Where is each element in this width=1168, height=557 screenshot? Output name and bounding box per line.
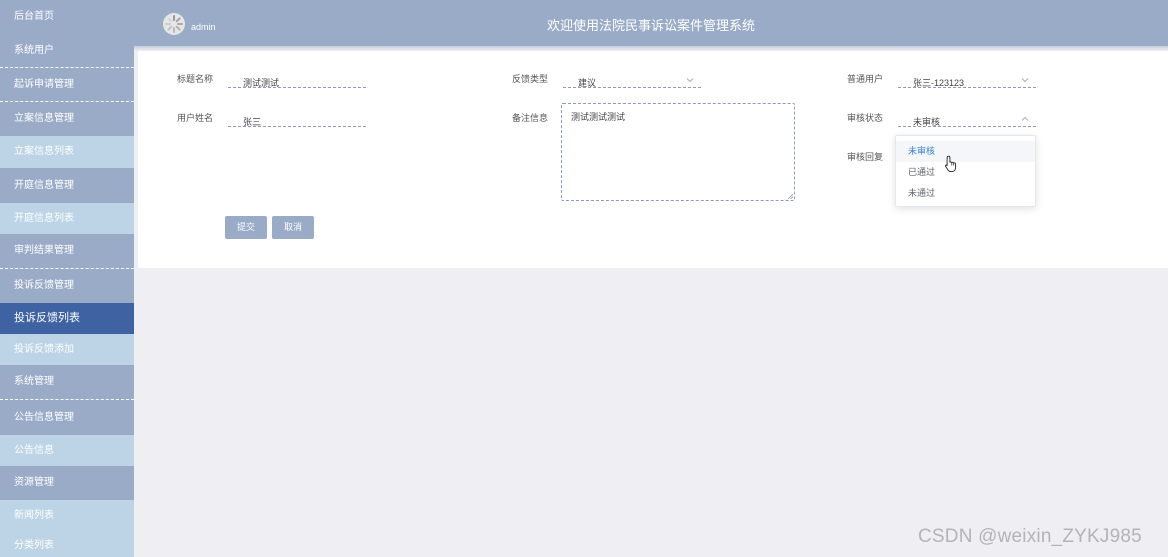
sidebar-item-label: 开庭信息列表 xyxy=(14,212,74,224)
sidebar-item-label: 立案信息管理 xyxy=(14,113,74,124)
sidebar-item-hearing-list[interactable]: 开庭信息列表 xyxy=(0,203,134,234)
sidebar-item-judgment-management[interactable]: 审判结果管理 xyxy=(0,234,134,269)
resize-grip-icon[interactable] xyxy=(787,193,793,199)
username-input-value: 张三 xyxy=(243,117,262,127)
sidebar-item-label: 立案信息列表 xyxy=(14,146,74,157)
remark-label: 备注信息 xyxy=(512,113,549,123)
title-input-value: 测试测试 xyxy=(243,78,280,88)
hand-pointer-icon xyxy=(944,155,956,173)
review-status-dropdown: 未审核 已通过 未通过 xyxy=(895,135,1036,207)
page-title: 欢迎使用法院民事诉讼案件管理系统 xyxy=(546,18,755,33)
sidebar-item-label: 投诉反馈管理 xyxy=(14,280,74,291)
sidebar-item-lawsuit-application[interactable]: 起诉申请管理 xyxy=(0,68,134,102)
chevron-down-icon xyxy=(686,78,694,83)
sidebar-item-label: 投诉反馈添加 xyxy=(14,343,74,355)
submit-button[interactable]: 提交 xyxy=(225,216,267,239)
sidebar-item-label: 开庭信息管理 xyxy=(14,179,74,191)
sidebar-item-label: 资源管理 xyxy=(14,477,54,488)
sidebar-item-notice-info[interactable]: 公告信息 xyxy=(0,435,134,466)
sidebar-item-case-filing-management[interactable]: 立案信息管理 xyxy=(0,102,134,136)
dropdown-option-rejected[interactable]: 未通过 xyxy=(896,183,1035,204)
sidebar-item-complaint-list[interactable]: 投诉反馈列表 xyxy=(0,303,134,334)
user-select-value: 张三-123123 xyxy=(913,78,965,88)
sidebar-item-label: 公告信息 xyxy=(14,444,54,456)
sidebar-item-label: 系统管理 xyxy=(14,376,54,387)
sidebar-item-news-list[interactable]: 新闻列表 xyxy=(0,500,134,531)
sidebar-item-label: 投诉反馈列表 xyxy=(14,312,80,324)
user-select[interactable]: 张三-123123 xyxy=(898,75,1036,88)
sidebar-item-hearing-management[interactable]: 开庭信息管理 xyxy=(0,168,134,203)
sidebar-item-case-filing-list[interactable]: 立案信息列表 xyxy=(0,136,134,168)
title-label: 标题名称 xyxy=(177,74,214,84)
sidebar-item-notice-management[interactable]: 公告信息管理 xyxy=(0,400,134,435)
sidebar-item-label: 公告信息管理 xyxy=(14,411,74,423)
remark-textarea[interactable]: 测试测试测试 xyxy=(561,103,795,201)
feedback-type-select[interactable]: 建议 xyxy=(563,75,701,88)
user-label: 普通用户 xyxy=(847,74,884,84)
username-label: 用户姓名 xyxy=(177,113,214,123)
review-status-label: 审核状态 xyxy=(847,113,884,123)
top-header: admin 欢迎使用法院民事诉讼案件管理系统 xyxy=(134,0,1168,46)
remark-textarea-value: 测试测试测试 xyxy=(571,112,626,122)
feedback-type-label: 反馈类型 xyxy=(512,74,549,84)
sidebar: 后台首页 系统用户 起诉申请管理 立案信息管理 立案信息列表 开庭信息管理 开庭… xyxy=(0,0,134,557)
title-input[interactable]: 测试测试 xyxy=(228,75,366,88)
dropdown-option-approved[interactable]: 已通过 xyxy=(896,162,1035,183)
sidebar-item-label: 起诉申请管理 xyxy=(14,78,74,90)
sidebar-item-complaint-management[interactable]: 投诉反馈管理 xyxy=(0,269,134,303)
username-input[interactable]: 张三 xyxy=(228,114,366,127)
sidebar-item-label: 系统用户 xyxy=(14,44,54,56)
dropdown-option-pending[interactable]: 未审核 xyxy=(896,141,1035,162)
sidebar-item-home[interactable]: 后台首页 xyxy=(0,0,134,34)
cancel-button[interactable]: 取消 xyxy=(272,216,314,239)
chevron-down-icon xyxy=(1021,78,1029,83)
sidebar-item-system-management[interactable]: 系统管理 xyxy=(0,365,134,400)
review-reply-label: 审核回复 xyxy=(847,152,884,162)
sidebar-item-category-list[interactable]: 分类列表 xyxy=(0,531,134,557)
review-status-value: 未审核 xyxy=(913,117,941,127)
sidebar-item-label: 后台首页 xyxy=(14,11,54,22)
sidebar-item-resource-management[interactable]: 资源管理 xyxy=(0,466,134,500)
review-status-select[interactable]: 未审核 xyxy=(898,114,1036,127)
sidebar-item-label: 审判结果管理 xyxy=(14,245,74,256)
sidebar-item-complaint-add[interactable]: 投诉反馈添加 xyxy=(0,334,134,365)
sidebar-item-label: 分类列表 xyxy=(14,540,54,551)
chevron-up-icon xyxy=(1021,116,1029,121)
feedback-type-value: 建议 xyxy=(578,78,597,88)
sidebar-item-label: 新闻列表 xyxy=(14,509,54,521)
sidebar-item-system-users[interactable]: 系统用户 xyxy=(0,34,134,68)
watermark-text: CSDN @weixin_ZYKJ985 xyxy=(918,526,1142,547)
